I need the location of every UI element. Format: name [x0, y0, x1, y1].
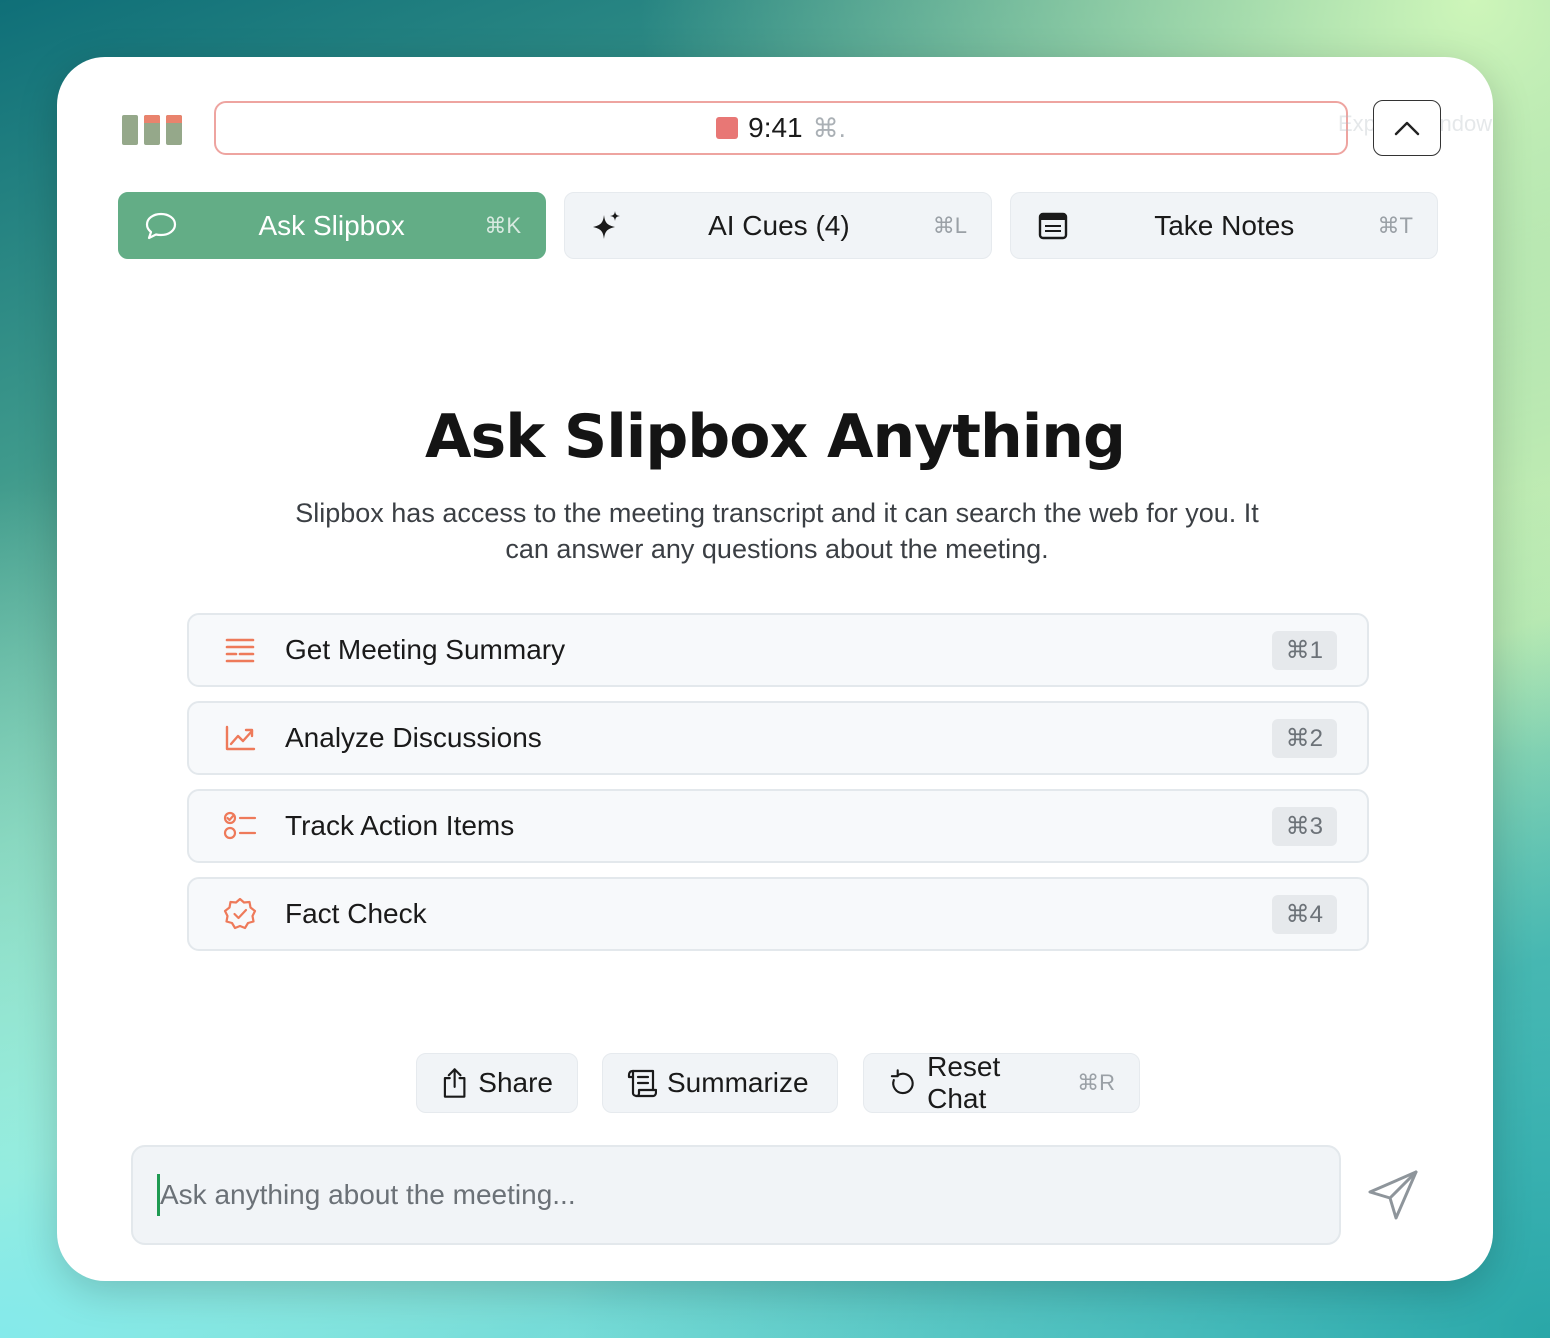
option-track-action-items[interactable]: Track Action Items ⌘3	[187, 789, 1369, 863]
recording-stop-icon[interactable]	[716, 117, 739, 139]
app-window: 9:41 ⌘. Expand window Ask Slipbox ⌘K AI …	[57, 57, 1493, 1281]
option-analyze-discussions[interactable]: Analyze Discussions ⌘2	[187, 701, 1369, 775]
checklist-icon	[223, 809, 257, 843]
send-icon	[1368, 1170, 1418, 1220]
chat-input[interactable]	[160, 1179, 1339, 1211]
tab-shortcut: ⌘K	[484, 212, 521, 238]
send-button[interactable]	[1363, 1165, 1423, 1225]
option-label: Track Action Items	[285, 810, 515, 841]
tab-label: AI Cues (4)	[708, 209, 850, 241]
scroll-icon	[627, 1069, 657, 1098]
reset-chat-button[interactable]: Reset Chat ⌘R	[863, 1051, 1140, 1114]
option-label: Analyze Discussions	[285, 722, 542, 753]
option-shortcut: ⌘3	[1271, 806, 1337, 846]
expand-window-button[interactable]	[1373, 100, 1441, 156]
page-title: Ask Slipbox Anything	[425, 402, 1126, 472]
tab-shortcut: ⌘T	[1377, 212, 1413, 238]
chat-bubble-icon	[143, 208, 179, 244]
tab-ai-cues[interactable]: AI Cues (4) ⌘L	[564, 192, 992, 259]
app-logo-icon	[122, 115, 184, 145]
notes-icon	[1035, 208, 1071, 244]
option-get-meeting-summary[interactable]: Get Meeting Summary ⌘1	[187, 613, 1369, 687]
share-button[interactable]: Share	[416, 1053, 578, 1113]
sparkle-icon	[589, 208, 625, 244]
timer-shortcut: ⌘.	[812, 112, 846, 143]
tab-shortcut: ⌘L	[932, 212, 967, 238]
share-label: Share	[478, 1067, 553, 1098]
summarize-button[interactable]: Summarize	[602, 1053, 838, 1113]
page-subtitle: Slipbox has access to the meeting transc…	[295, 498, 1259, 564]
reset-chat-label: Reset Chat	[927, 1051, 1001, 1114]
timer-time: 9:41	[748, 112, 803, 143]
chevron-up-icon	[1394, 121, 1420, 136]
option-shortcut: ⌘4	[1271, 894, 1337, 934]
trend-chart-icon	[223, 721, 257, 755]
share-icon	[443, 1068, 466, 1098]
option-label: Fact Check	[285, 898, 427, 929]
option-shortcut: ⌘1	[1271, 630, 1337, 670]
chat-input-container[interactable]	[131, 1145, 1341, 1245]
option-shortcut: ⌘2	[1271, 718, 1337, 758]
tab-take-notes[interactable]: Take Notes ⌘T	[1010, 192, 1438, 259]
recording-timer-bar[interactable]: 9:41 ⌘.	[214, 101, 1348, 155]
summary-lines-icon	[223, 633, 257, 667]
reset-chat-shortcut: ⌘R	[1077, 1070, 1115, 1095]
reset-icon	[890, 1069, 914, 1095]
summarize-label: Summarize	[667, 1067, 809, 1098]
tab-ask-slipbox[interactable]: Ask Slipbox ⌘K	[118, 192, 546, 259]
tab-label: Ask Slipbox	[258, 209, 405, 241]
option-fact-check[interactable]: Fact Check ⌘4	[187, 877, 1369, 951]
verified-badge-icon	[223, 897, 257, 931]
option-label: Get Meeting Summary	[285, 634, 566, 665]
tab-label: Take Notes	[1154, 209, 1295, 241]
